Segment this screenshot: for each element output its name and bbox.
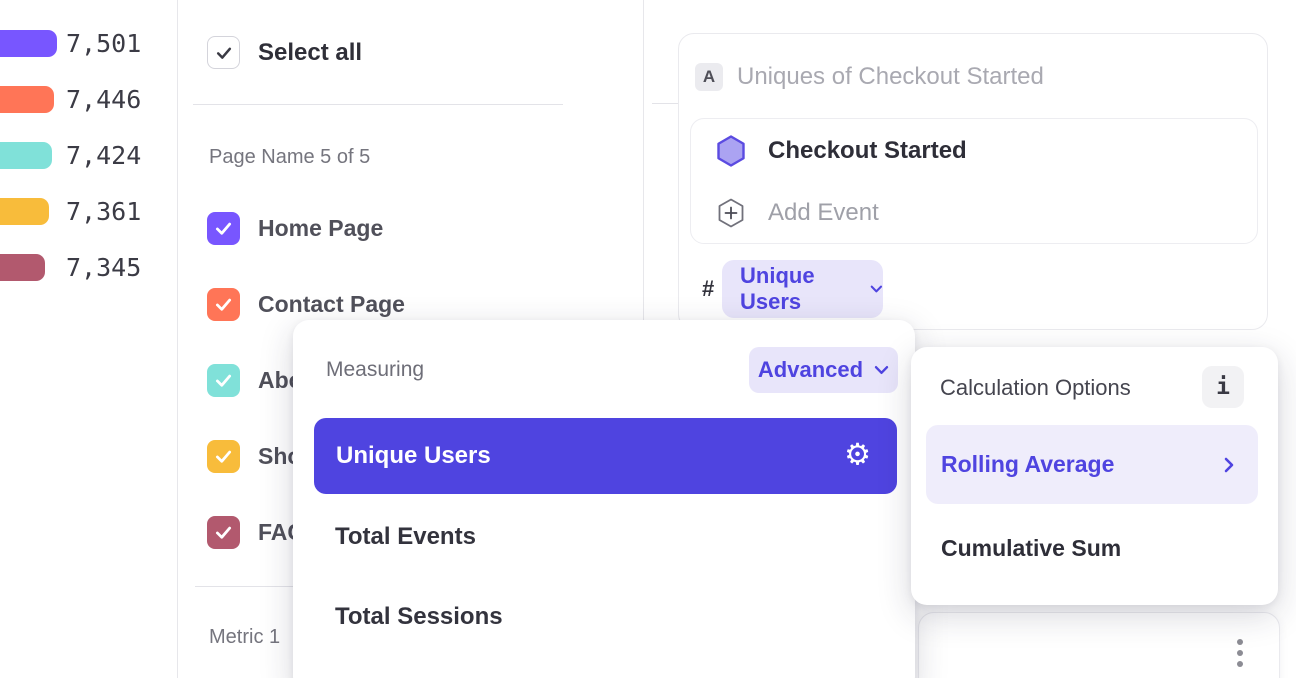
calculation-options-menu: Calculation Options i Rolling Average Cu… — [911, 347, 1278, 605]
measure-dropdown[interactable]: Unique Users — [722, 260, 883, 318]
add-event-icon[interactable] — [718, 198, 744, 233]
gear-icon[interactable]: ⚙ — [844, 440, 871, 470]
checkmark-icon — [213, 446, 234, 467]
chevron-down-icon — [874, 365, 889, 375]
select-all-checkbox[interactable] — [207, 36, 240, 69]
add-event-label[interactable]: Add Event — [768, 197, 879, 229]
checkbox-label: Contact Page — [258, 288, 405, 321]
checkmark-icon — [213, 294, 234, 315]
checkmark-icon — [214, 43, 234, 63]
bar-value: 7,345 — [66, 254, 141, 281]
info-glyph: i — [1216, 374, 1230, 400]
advanced-dropdown[interactable]: Advanced — [749, 347, 898, 393]
kebab-menu-icon[interactable] — [1237, 639, 1243, 667]
next-metric-card — [918, 612, 1280, 678]
section-divider — [193, 104, 563, 105]
calculation-options-title: Calculation Options — [940, 375, 1131, 401]
menu-option-label: Cumulative Sum — [941, 535, 1121, 562]
menu-option-label: Total Events — [335, 523, 476, 551]
event-hexagon-icon — [717, 135, 745, 172]
checkbox-shop-page[interactable] — [207, 440, 240, 473]
menu-option-label: Total Sessions — [335, 603, 503, 631]
bar-segment — [0, 86, 54, 113]
analytics-screen: 7,501 7,446 7,424 7,361 7,345 Select all… — [0, 0, 1296, 678]
menu-option-unique-users[interactable]: Unique Users ⚙ — [314, 418, 897, 494]
panel-divider-left — [177, 0, 178, 678]
measure-prefix: # — [702, 260, 714, 318]
select-all-label: Select all — [258, 36, 362, 69]
menu-option-total-sessions[interactable]: Total Sessions — [335, 592, 503, 642]
chevron-right-icon — [1224, 457, 1234, 473]
measuring-title: Measuring — [326, 358, 424, 382]
header-divider-fragment — [652, 103, 678, 104]
bar-segment — [0, 142, 52, 169]
measuring-menu: Measuring Advanced Unique Users ⚙ Total … — [293, 320, 915, 678]
bar-row: 7,446 — [0, 86, 141, 113]
bar-value: 7,424 — [66, 142, 141, 169]
metric-label: Metric 1 — [209, 626, 280, 649]
checkbox-contact-page[interactable] — [207, 288, 240, 321]
checkbox-faq-page[interactable] — [207, 516, 240, 549]
checkmark-icon — [213, 522, 234, 543]
event-name[interactable]: Checkout Started — [768, 135, 967, 167]
bar-segment — [0, 198, 49, 225]
menu-option-label: Unique Users — [336, 442, 491, 470]
bar-segment — [0, 30, 57, 57]
bar-row: 7,361 — [0, 198, 141, 225]
bar-value: 7,361 — [66, 198, 141, 225]
bar-segment — [0, 254, 45, 281]
group-label: Page Name 5 of 5 — [209, 146, 370, 169]
menu-option-total-events[interactable]: Total Events — [335, 512, 476, 562]
chevron-down-icon — [870, 284, 883, 294]
series-badge: A — [695, 63, 723, 91]
metric-title-input[interactable]: Uniques of Checkout Started — [737, 63, 1044, 91]
bar-row: 7,501 — [0, 30, 141, 57]
bar-value: 7,446 — [66, 86, 141, 113]
menu-option-cumulative-sum[interactable]: Cumulative Sum — [941, 523, 1121, 573]
measure-dropdown-value: Unique Users — [740, 263, 860, 315]
checkbox-home-page[interactable] — [207, 212, 240, 245]
bar-row: 7,424 — [0, 142, 141, 169]
bar-row: 7,345 — [0, 254, 141, 281]
advanced-dropdown-label: Advanced — [758, 357, 863, 383]
event-card: Checkout Started Add Event — [690, 118, 1258, 244]
checkmark-icon — [213, 370, 234, 391]
info-icon[interactable]: i — [1202, 366, 1244, 408]
checkbox-about-page[interactable] — [207, 364, 240, 397]
menu-option-rolling-average[interactable]: Rolling Average — [926, 425, 1258, 504]
menu-option-label: Rolling Average — [941, 451, 1114, 478]
checkmark-icon — [213, 218, 234, 239]
bar-value: 7,501 — [66, 30, 141, 57]
query-builder-card: A Uniques of Checkout Started Checkout S… — [678, 33, 1268, 330]
checkbox-label: Home Page — [258, 212, 383, 245]
